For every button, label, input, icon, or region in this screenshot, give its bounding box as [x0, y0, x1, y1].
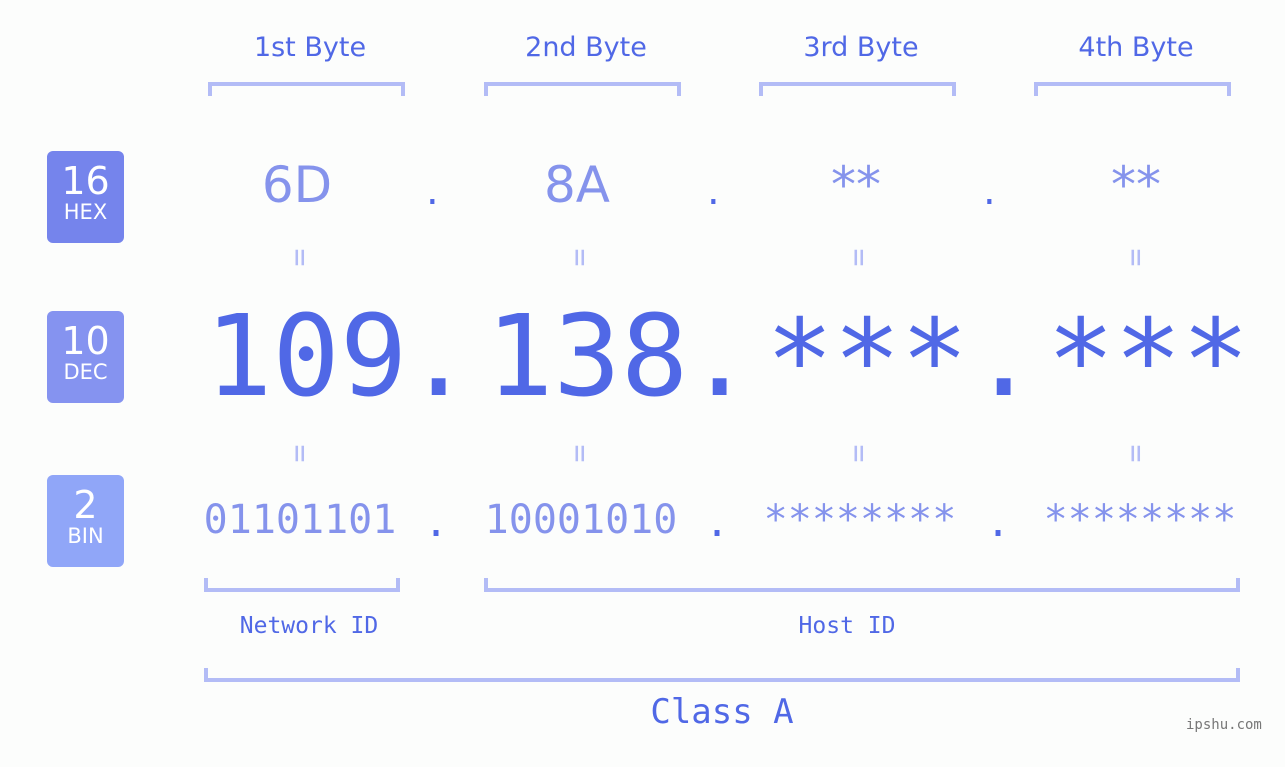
- equals-dec-bin-3: =: [841, 444, 877, 463]
- network-id-label: Network ID: [239, 613, 379, 639]
- dec-separator-3: .: [970, 292, 1038, 422]
- hex-separator-1: .: [426, 168, 439, 214]
- bin-byte-4: ********: [1043, 497, 1237, 543]
- equals-hex-dec-2: =: [562, 248, 598, 267]
- equals-dec-bin-2: =: [562, 444, 598, 463]
- hex-separator-2: .: [707, 168, 720, 214]
- bin-badge-base: 2: [73, 483, 98, 527]
- equals-dec-bin-4: =: [1118, 444, 1154, 463]
- dec-separator-1: .: [405, 292, 473, 422]
- byte-bracket-3: [759, 82, 956, 96]
- equals-hex-dec-3: =: [841, 248, 877, 267]
- bin-separator-3: .: [986, 500, 1011, 546]
- equals-hex-dec-1: =: [282, 248, 318, 267]
- byte-bracket-4: [1034, 82, 1231, 96]
- dec-byte-3: ***: [766, 296, 969, 426]
- hex-badge-base: 16: [61, 159, 110, 203]
- dec-byte-1: 109: [205, 292, 408, 422]
- bin-byte-2: 10001010: [484, 497, 678, 543]
- network-id-bracket: [204, 578, 400, 592]
- dec-separator-2: .: [686, 292, 754, 422]
- dec-badge-base: 10: [61, 319, 110, 363]
- byte-title-2: 2nd Byte: [525, 32, 647, 63]
- dec-badge: 10 DEC: [47, 311, 124, 403]
- bin-separator-1: .: [424, 500, 449, 546]
- dec-byte-2: 138: [486, 292, 689, 422]
- hex-byte-3: **: [831, 156, 881, 214]
- bin-byte-1: 01101101: [203, 497, 397, 543]
- hex-badge: 16 HEX: [47, 151, 124, 243]
- byte-bracket-1: [208, 82, 405, 96]
- bin-badge-label: BIN: [67, 524, 104, 548]
- host-id-bracket: [484, 578, 1240, 592]
- class-bracket: [204, 668, 1240, 682]
- hex-byte-2: 8A: [543, 156, 610, 214]
- class-label: Class A: [650, 692, 794, 732]
- dec-byte-4: ***: [1047, 296, 1250, 426]
- watermark: ipshu.com: [1186, 717, 1262, 733]
- byte-title-3: 3rd Byte: [803, 32, 919, 63]
- byte-title-4: 4th Byte: [1078, 32, 1194, 63]
- bin-badge: 2 BIN: [47, 475, 124, 567]
- byte-bracket-2: [484, 82, 681, 96]
- byte-title-1: 1st Byte: [253, 32, 367, 63]
- equals-dec-bin-1: =: [282, 444, 318, 463]
- hex-byte-4: **: [1111, 156, 1161, 214]
- equals-hex-dec-4: =: [1118, 248, 1154, 267]
- dec-badge-label: DEC: [63, 360, 108, 384]
- bin-separator-2: .: [705, 500, 730, 546]
- host-id-label: Host ID: [798, 613, 896, 639]
- hex-badge-label: HEX: [63, 200, 108, 224]
- bin-byte-3: ********: [763, 497, 957, 543]
- hex-byte-1: 6D: [261, 156, 333, 214]
- hex-separator-3: .: [983, 168, 996, 214]
